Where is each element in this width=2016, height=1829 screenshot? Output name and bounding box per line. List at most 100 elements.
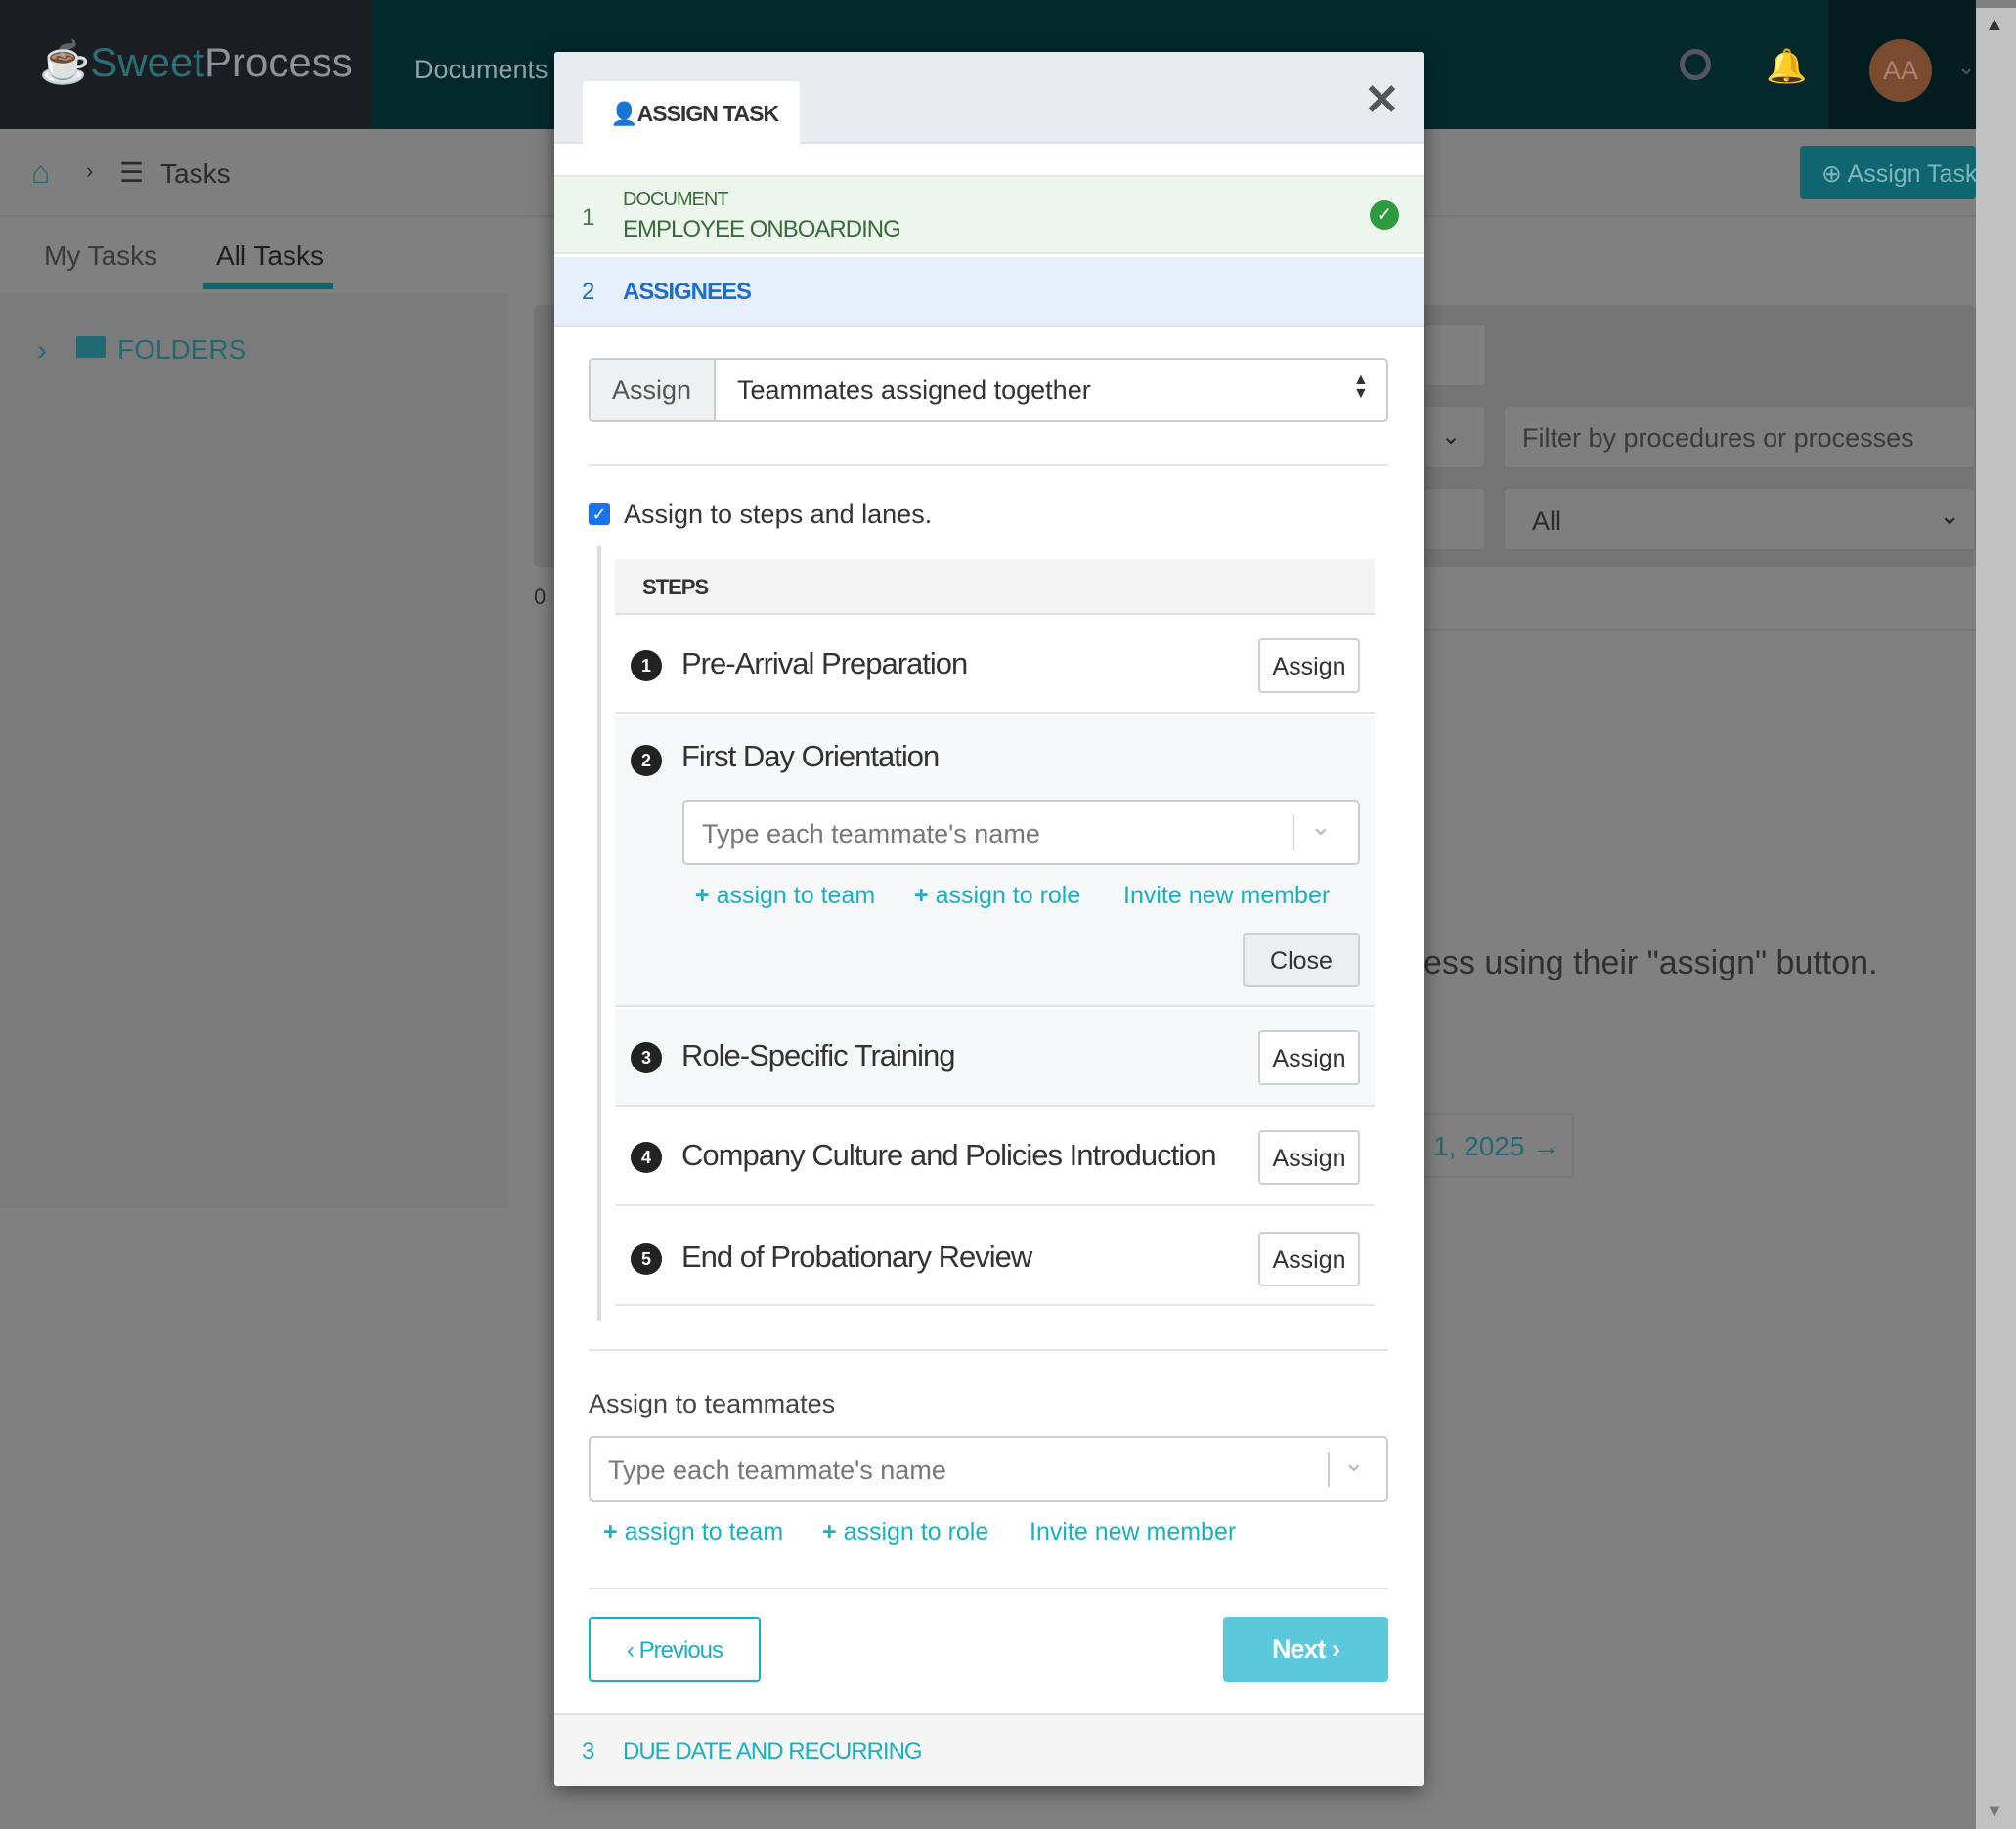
search-icon[interactable] xyxy=(1680,49,1711,80)
sidebar xyxy=(0,293,508,1208)
tab-my-tasks[interactable]: My Tasks xyxy=(44,240,157,272)
user-icon: 👤 xyxy=(610,101,638,126)
home-icon[interactable]: ⌂ xyxy=(31,154,50,191)
step-number-badge: 3 xyxy=(631,1042,662,1073)
step-number-badge: 2 xyxy=(631,745,662,776)
assign-steps-checkbox[interactable]: ✓ xyxy=(589,503,610,525)
checkbox-label[interactable]: Assign to steps and lanes. xyxy=(624,500,932,530)
task-step-3: 3 Role-Specific Training Assign xyxy=(615,1009,1375,1107)
step-number: 3 xyxy=(582,1738,595,1764)
step-title: Role-Specific Training xyxy=(681,1038,956,1072)
steps-header: STEPS xyxy=(615,559,1375,615)
folders-link[interactable]: FOLDERS xyxy=(117,334,246,366)
scroll-down-icon[interactable]: ▼ xyxy=(1985,1801,2004,1823)
assign-to-teammates-label: Assign to teammates xyxy=(589,1389,836,1418)
assign-to-team-link[interactable]: + assign to team xyxy=(603,1518,783,1546)
step-title: Company Culture and Policies Introductio… xyxy=(681,1138,1217,1172)
filter-all-select[interactable]: All ⌄ xyxy=(1503,487,1976,551)
assign-addon: Assign xyxy=(591,360,716,420)
step-number-badge: 5 xyxy=(631,1243,662,1275)
avatar[interactable]: AA xyxy=(1869,39,1932,102)
next-label: Next xyxy=(1271,1634,1327,1664)
step-label: DUE DATE AND RECURRING xyxy=(623,1738,923,1764)
empty-hint-text: ess using their "assign" button. xyxy=(1424,944,1878,981)
divider xyxy=(589,464,1388,466)
plus-icon: + xyxy=(695,882,710,909)
date-label: 1, 2025 xyxy=(1433,1131,1525,1161)
step-number: 2 xyxy=(582,279,595,305)
chevron-down-icon: ⌄ xyxy=(1310,811,1332,841)
step-number-badge: 4 xyxy=(631,1142,662,1173)
task-step-2: 2 First Day Orientation Type each teamma… xyxy=(615,716,1375,1007)
logo[interactable]: ☕SweetProcess xyxy=(39,39,353,87)
assign-mode-select[interactable]: Assign Teammates assigned together ▲ ▼ xyxy=(589,358,1388,422)
link-label: assign to role xyxy=(843,1518,989,1546)
wizard-step-document[interactable]: 1 DOCUMENT EMPLOYEE ONBOARDING ✓ xyxy=(554,175,1424,254)
close-step-button[interactable]: Close xyxy=(1243,933,1360,987)
teammate-placeholder: Type each teammate's name xyxy=(702,819,1040,849)
wizard-step-due-date[interactable]: 3 DUE DATE AND RECURRING xyxy=(554,1713,1424,1786)
step-teammate-input[interactable]: Type each teammate's name ⌄ xyxy=(682,800,1360,865)
step-label: ASSIGNEES xyxy=(623,279,752,305)
invite-new-member-link[interactable]: Invite new member xyxy=(1123,882,1330,910)
link-label: assign to team xyxy=(624,1518,784,1546)
assign-step-button[interactable]: Assign xyxy=(1258,1232,1360,1286)
tab-assign-task[interactable]: 👤ASSIGN TASK xyxy=(583,81,800,146)
plus-icon: + xyxy=(603,1518,618,1546)
task-step-4: 4 Company Culture and Policies Introduct… xyxy=(615,1109,1375,1206)
next-date-button[interactable]: 1, 2025 → xyxy=(1398,1113,1574,1178)
tasks-list-icon: ☰ xyxy=(119,157,145,188)
next-button[interactable]: Next › xyxy=(1223,1617,1388,1682)
document-name: EMPLOYEE ONBOARDING xyxy=(623,216,901,242)
folder-icon xyxy=(76,336,106,358)
chevron-down-icon: ⌄ xyxy=(1343,1448,1365,1477)
filter-field[interactable] xyxy=(1424,323,1487,387)
scroll-up-icon[interactable]: ▲ xyxy=(1985,14,2004,36)
step-title: End of Probationary Review xyxy=(681,1240,1032,1274)
scrollbar[interactable] xyxy=(1976,8,2016,1829)
breadcrumb-tasks[interactable]: Tasks xyxy=(160,158,231,190)
divider xyxy=(589,1588,1388,1589)
wizard-step-assignees[interactable]: 2 ASSIGNEES xyxy=(554,257,1424,327)
assign-step-button[interactable]: Assign xyxy=(1258,638,1360,693)
separator xyxy=(1328,1452,1330,1487)
assign-step-button[interactable]: Assign xyxy=(1258,1130,1360,1185)
assign-step-button[interactable]: Assign xyxy=(1258,1030,1360,1085)
previous-label: Previous xyxy=(638,1637,723,1664)
assign-to-team-link[interactable]: + assign to team xyxy=(695,882,875,910)
filter-dropdown-2[interactable] xyxy=(1424,487,1486,551)
assign-task-button[interactable]: ⊕ Assign Task xyxy=(1800,146,1976,199)
sort-icon: ▲ ▼ xyxy=(1353,371,1369,402)
tab-active-indicator xyxy=(203,283,333,289)
assign-to-role-link[interactable]: + assign to role xyxy=(822,1518,988,1546)
chevron-down-icon: ⌄ xyxy=(1939,501,1960,530)
nav-documents[interactable]: Documents xyxy=(415,55,548,85)
teammate-placeholder: Type each teammate's name xyxy=(608,1456,946,1485)
close-icon[interactable]: ✕ xyxy=(1364,75,1400,125)
steps-header-label: STEPS xyxy=(642,575,709,599)
chevron-right-icon: › xyxy=(1332,1634,1340,1664)
teammate-input[interactable]: Type each teammate's name ⌄ xyxy=(589,1436,1388,1502)
filter-dropdown[interactable]: ⌄ xyxy=(1424,405,1486,469)
plus-icon: + xyxy=(822,1518,837,1546)
steps-left-border xyxy=(597,546,601,1321)
step-number: 1 xyxy=(582,204,595,231)
arrow-right-icon: → xyxy=(1532,1131,1560,1161)
previous-button[interactable]: ‹ Previous xyxy=(589,1617,761,1682)
assign-to-role-link[interactable]: + assign to role xyxy=(914,882,1080,910)
tab-all-tasks[interactable]: All Tasks xyxy=(216,240,324,272)
chevron-left-icon: ‹ xyxy=(626,1637,635,1664)
plus-icon: + xyxy=(914,882,929,909)
chevron-down-icon[interactable]: ⌄ xyxy=(1957,55,1975,80)
task-step-1: 1 Pre-Arrival Preparation Assign xyxy=(615,617,1375,714)
step-title: First Day Orientation xyxy=(681,739,940,773)
tab-label: ASSIGN TASK xyxy=(636,101,779,126)
task-count: 0 xyxy=(534,585,547,609)
bell-icon[interactable]: 🔔 xyxy=(1766,47,1807,86)
filter-procedures-input[interactable]: Filter by procedures or processes xyxy=(1503,405,1976,469)
step-label: DOCUMENT xyxy=(623,189,729,210)
check-circle-icon: ✓ xyxy=(1370,200,1399,230)
chevron-right-icon[interactable]: › xyxy=(37,334,47,368)
invite-new-member-link[interactable]: Invite new member xyxy=(1030,1518,1236,1546)
filter-placeholder: Filter by procedures or processes xyxy=(1522,423,1914,453)
